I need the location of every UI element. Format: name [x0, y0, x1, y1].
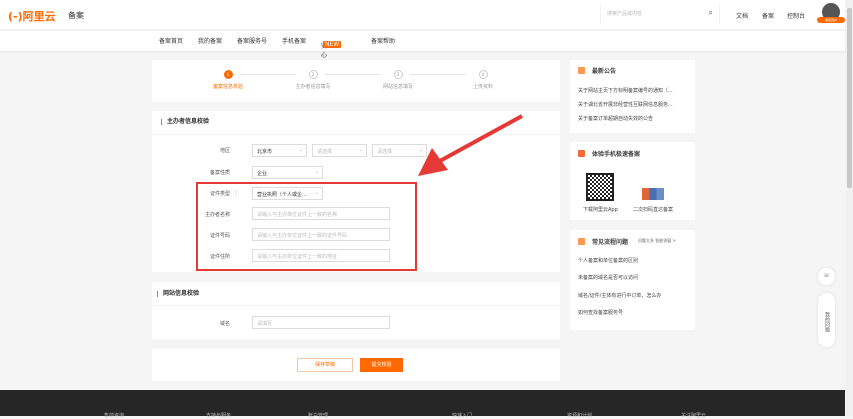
- step-number: 4: [478, 70, 488, 79]
- faq-title: 常见流程问题: [592, 239, 629, 246]
- scrollbar[interactable]: [846, 0, 853, 416]
- step-1: 1 备案信息校验: [198, 70, 258, 90]
- faq-item[interactable]: 个人备案和单位备案的区别: [578, 257, 638, 264]
- site-section-title: 网站信息校验: [157, 291, 199, 297]
- qr-label: 下载阿里云App: [583, 207, 618, 213]
- notice-icon: [578, 67, 585, 74]
- notice-item[interactable]: 关于网站主页下方标明备案编号的通知（...: [578, 87, 673, 94]
- top-bar: (-)阿里云 备案 搜索产品或内容 ⌕ 文档 备案 控制台 备案待办: [0, 0, 845, 30]
- domain-input[interactable]: 请填写: [252, 316, 390, 329]
- link-docs[interactable]: 文档: [736, 11, 748, 20]
- faq-item[interactable]: 未备案的域名是否可以访问: [578, 274, 638, 281]
- chevron-down-icon: ⌄: [358, 147, 363, 153]
- qr-label: 二次扫码直达备案: [633, 207, 674, 213]
- my-questions-button[interactable]: 我的问题: [818, 293, 835, 347]
- footer: 售前咨询 支持与服务 账户管理 快速入门 资源和计划 关注阿里云: [0, 390, 845, 419]
- link-console[interactable]: 控制台: [787, 11, 805, 20]
- qr-code: [586, 173, 614, 201]
- search-placeholder: 搜索产品或内容: [607, 11, 643, 17]
- nav-service-no[interactable]: 备案服务号: [237, 36, 267, 45]
- region-label: 地区: [219, 148, 230, 154]
- notice-item[interactable]: 关于湖北省开展非经营性互联网信息服务...: [578, 101, 673, 108]
- faq-more-link[interactable]: 问题太多 智能答疑 >: [638, 238, 676, 244]
- nav-help[interactable]: 备案帮助: [371, 36, 395, 45]
- phone-icon: [578, 150, 585, 157]
- domain-label: 域名: [219, 321, 230, 327]
- step-3: 3 网站信息填写: [368, 70, 428, 90]
- phone-contact-button[interactable]: ☏: [818, 268, 835, 285]
- avatar-badge: 备案待办: [817, 17, 845, 23]
- submit-button[interactable]: 提交校验: [360, 358, 403, 372]
- chevron-down-icon: ⌄: [314, 169, 319, 175]
- faq-icon: [578, 238, 585, 245]
- step-2: 2 主办者信息填写: [283, 70, 343, 90]
- highlight-box: [196, 182, 417, 271]
- step-number: 1: [223, 70, 233, 79]
- nav-mobile[interactable]: 手机备案: [282, 36, 306, 45]
- aliyun-logo[interactable]: (-)阿里云: [8, 8, 56, 24]
- divider: [152, 305, 560, 306]
- select-value: 请选择: [377, 149, 393, 155]
- step-number: 2: [308, 70, 318, 79]
- scrollbar-thumb[interactable]: [847, 8, 852, 188]
- faq-item[interactable]: 域名/证件/主体有进行中订单，怎么办: [578, 292, 661, 299]
- nature-label: 备案性质: [209, 170, 230, 176]
- site-card: [152, 282, 560, 339]
- sponsor-section-title: 主办者信息校验: [161, 119, 209, 125]
- step-label: 备案信息校验: [212, 84, 243, 90]
- main-nav: 备案首页 我的备案 备案服务号 手机备案 安心备NEW 备案帮助: [0, 31, 845, 68]
- step-label: 上传资料: [472, 84, 493, 90]
- link-beian[interactable]: 备案: [762, 11, 774, 20]
- actions-card: [152, 349, 560, 381]
- nav-home[interactable]: 备案首页: [159, 36, 183, 45]
- step-number: 3: [393, 70, 403, 79]
- nav-my-beian[interactable]: 我的备案: [198, 36, 222, 45]
- notice-title: 最新公告: [592, 68, 617, 75]
- select-value: 请选择: [317, 149, 333, 155]
- step-4: 4 上传资料: [453, 70, 513, 90]
- select-value: 北京市: [257, 149, 273, 155]
- faq-item[interactable]: 如何查找备案服务号: [578, 309, 623, 316]
- chevron-down-icon: ⌄: [298, 147, 303, 153]
- search-input[interactable]: 搜索产品或内容 ⌕: [600, 4, 720, 24]
- province-select[interactable]: 北京市 ⌄: [252, 144, 307, 157]
- nature-select[interactable]: 企业 ⌄: [252, 166, 323, 179]
- notice-item[interactable]: 关于备案订单超期自动失效的公告: [578, 115, 653, 122]
- new-badge: NEW: [323, 41, 342, 48]
- app-screenshot: [642, 188, 664, 200]
- notice-card: [570, 60, 695, 133]
- search-icon[interactable]: ⌕: [709, 8, 713, 18]
- step-label: 主办者信息填写: [295, 84, 331, 90]
- product-title: 备案: [68, 11, 84, 20]
- red-arrow-annotation: [418, 114, 523, 176]
- mobile-title: 体验手机极速备案: [592, 151, 641, 158]
- step-label: 网站信息填写: [382, 84, 413, 90]
- city-select[interactable]: 请选择 ⌄: [312, 144, 367, 157]
- save-draft-button[interactable]: 保存草稿: [297, 358, 353, 372]
- select-value: 企业: [257, 171, 268, 177]
